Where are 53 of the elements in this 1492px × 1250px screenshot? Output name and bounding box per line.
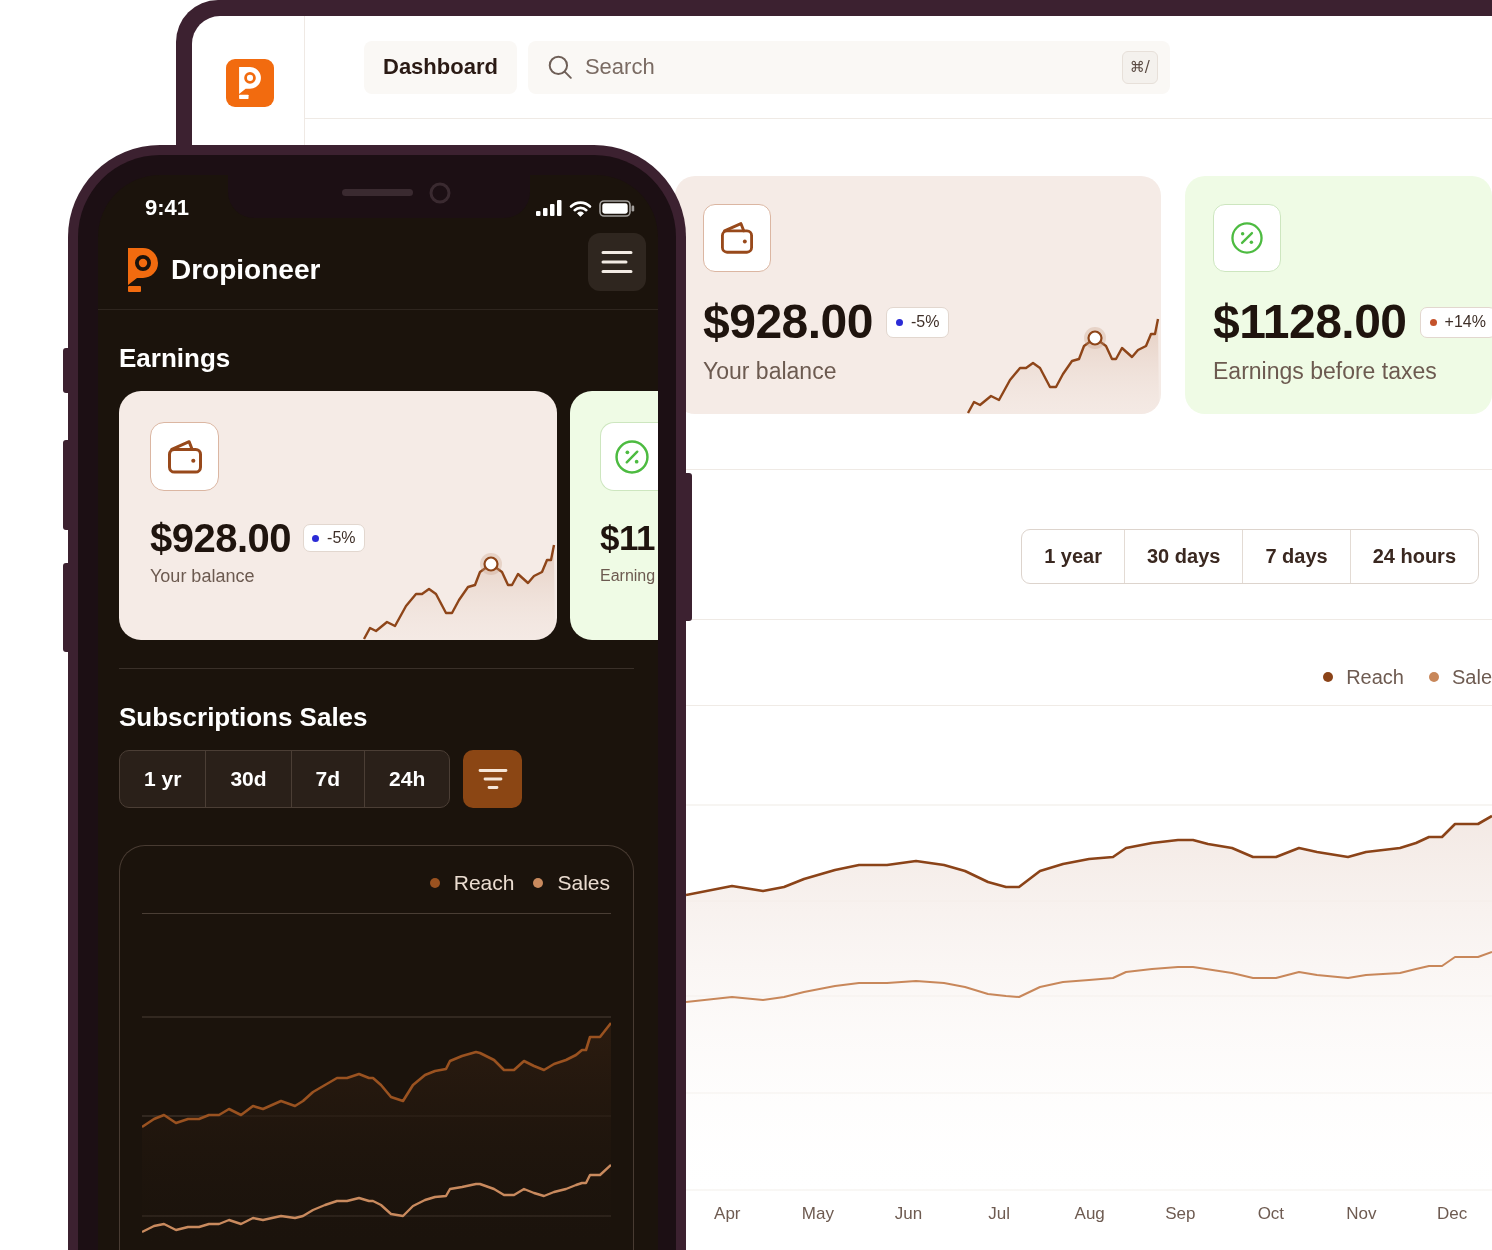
legend-label: Reach <box>453 871 515 895</box>
card-amount: $928.00 <box>703 300 873 344</box>
logo-icon <box>226 59 274 107</box>
card-amount: $928.00 <box>150 518 292 558</box>
marker-icon <box>1084 327 1106 349</box>
dashboard-tab[interactable]: Dashboard <box>364 40 517 94</box>
range-tab[interactable]: 24 hours <box>1349 530 1478 583</box>
card-label: Earning <box>600 566 656 586</box>
range-tab[interactable]: 30 days <box>1124 530 1243 583</box>
range-tab[interactable]: 24h <box>364 751 450 807</box>
axis-label: Oct <box>1257 1204 1285 1223</box>
axis-label: Apr <box>714 1204 741 1223</box>
range-tab[interactable]: 1 year <box>1022 530 1124 583</box>
status-time: 9:41 <box>145 196 190 222</box>
range-tab[interactable]: 7d <box>290 751 365 807</box>
card-amount: $1128.00 <box>1213 300 1407 344</box>
wifi-icon <box>569 199 592 217</box>
filter-icon <box>477 768 508 790</box>
marker-icon <box>480 553 502 575</box>
axis-label: Aug <box>1074 1204 1105 1223</box>
wallet-icon <box>703 204 771 272</box>
legend-label: Sales <box>557 871 610 895</box>
section-title: Subscriptions Sales <box>119 702 368 732</box>
legend-label: Sale <box>1451 665 1492 689</box>
percent-icon <box>1213 204 1281 272</box>
card-label: Your balance <box>150 565 255 587</box>
signal-icon <box>536 200 562 216</box>
change-value: -5% <box>327 529 356 547</box>
card-label: Earnings before taxes <box>1213 357 1437 385</box>
axis-label: Jun <box>894 1204 923 1223</box>
range-tab[interactable]: 1 yr <box>120 751 206 807</box>
wallet-icon <box>150 422 219 491</box>
menu-icon <box>601 250 633 274</box>
section-title: Earnings <box>119 343 231 373</box>
percent-icon <box>600 422 658 491</box>
legend-label: Reach <box>1346 665 1404 689</box>
axis-label: May <box>801 1204 834 1223</box>
axis-label: Dec <box>1436 1204 1468 1223</box>
logo-icon <box>128 248 158 292</box>
range-tab[interactable]: 7 days <box>1242 530 1350 583</box>
filter-button[interactable] <box>463 750 523 808</box>
range-tab[interactable]: 30d <box>205 751 291 807</box>
axis-label: Sep <box>1165 1204 1196 1223</box>
axis-label: Jul <box>988 1204 1010 1223</box>
search-icon <box>546 54 573 80</box>
card-amount: $11 <box>600 518 655 558</box>
card-label: Your balance <box>703 357 837 385</box>
change-value: -5% <box>911 313 940 331</box>
change-value: +14% <box>1444 313 1486 331</box>
battery-icon <box>599 199 635 217</box>
app-name: Dropioneer <box>171 253 321 287</box>
axis-label: Nov <box>1346 1204 1377 1223</box>
menu-button[interactable] <box>588 233 646 291</box>
